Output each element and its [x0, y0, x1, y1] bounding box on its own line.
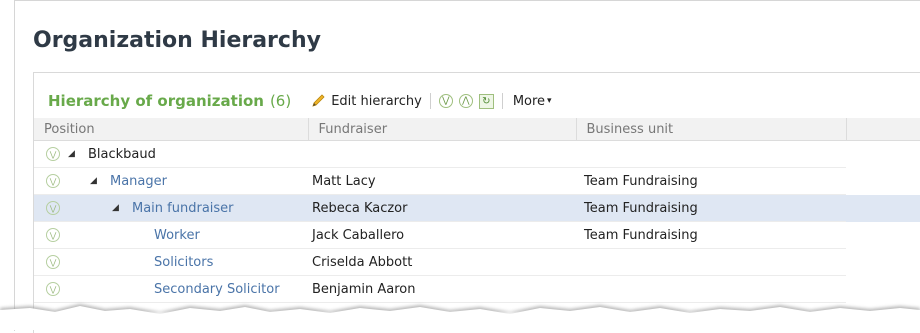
position-cell: ⋁ ◢ Blackbaud: [34, 140, 308, 168]
position-cell: ⋁ Solicitors: [34, 248, 308, 276]
business-unit-cell: [576, 140, 846, 168]
hierarchy-grid: Position Fundraiser Business unit ⋁ ◢ Blac…: [34, 118, 920, 303]
row-expand-icon[interactable]: ⋁: [46, 147, 60, 161]
position-link[interactable]: Main fundraiser: [132, 201, 234, 216]
fundraiser-cell: Criselda Abbott: [308, 248, 576, 276]
collapse-all-icon[interactable]: ⋀: [458, 94, 473, 108]
row-expand-icon[interactable]: ⋁: [46, 228, 60, 242]
table-row[interactable]: ⋁ Worker Jack Caballero Team Fundraising: [34, 221, 920, 249]
row-expand-icon[interactable]: ⋁: [46, 282, 60, 296]
filler-cell: [846, 222, 920, 249]
column-header-business-unit[interactable]: Business unit: [575, 118, 846, 141]
position-cell: ⋁ Worker: [34, 221, 308, 249]
column-header-fundraiser[interactable]: Fundraiser: [307, 118, 576, 141]
tree-collapse-icon[interactable]: ◢: [112, 203, 124, 213]
edit-hierarchy-button[interactable]: Edit hierarchy: [311, 94, 422, 109]
toolbar-divider: [501, 93, 503, 109]
table-row[interactable]: ⋁ ◢ Blackbaud: [34, 140, 920, 168]
filler-cell: [846, 249, 920, 276]
fundraiser-cell: [308, 140, 576, 168]
business-unit-cell: Team Fundraising: [576, 221, 846, 249]
fundraiser-cell: Matt Lacy: [308, 167, 576, 195]
caret-down-icon: ▾: [547, 96, 552, 106]
hierarchy-toolbar: Hierarchy of organization (6) Edit hiera…: [48, 89, 552, 113]
position-cell: ⋁ ◢ Manager: [34, 167, 308, 195]
business-unit-cell: Team Fundraising: [576, 167, 846, 195]
toolbar-divider: [429, 93, 431, 109]
tree-collapse-icon[interactable]: ◢: [68, 149, 80, 159]
record-count: (6): [269, 92, 292, 110]
row-expand-icon[interactable]: ⋁: [46, 255, 60, 269]
position-link[interactable]: Secondary Solicitor: [154, 282, 280, 297]
refresh-icon[interactable]: ↻: [478, 93, 494, 109]
expand-all-icon[interactable]: ⋁: [438, 94, 453, 108]
section-title: Hierarchy of organization: [48, 92, 264, 110]
business-unit-cell: [576, 248, 846, 276]
more-menu-button[interactable]: More ▾: [513, 94, 552, 109]
table-row[interactable]: ⋁ Solicitors Criselda Abbott: [34, 248, 920, 276]
column-header-filler: [845, 118, 920, 141]
column-header-position[interactable]: Position: [34, 118, 308, 141]
row-expand-icon[interactable]: ⋁: [46, 174, 60, 188]
filler-cell: [846, 141, 920, 168]
position-label: Blackbaud: [88, 146, 156, 162]
edit-hierarchy-label: Edit hierarchy: [331, 93, 422, 109]
position-link[interactable]: Manager: [110, 174, 167, 189]
page-title: Organization Hierarchy: [33, 28, 321, 53]
position-cell: ⋁ ◢ Main fundraiser: [34, 194, 308, 222]
filler-cell: [846, 194, 920, 222]
fundraiser-cell: Jack Caballero: [308, 221, 576, 249]
position-link[interactable]: Solicitors: [154, 255, 213, 270]
position-link[interactable]: Worker: [154, 228, 200, 243]
filler-cell: [846, 276, 920, 303]
row-expand-icon[interactable]: ⋁: [46, 201, 60, 215]
table-row[interactable]: ⋁ ◢ Main fundraiser Rebeca Kaczor Team Fundr…: [34, 194, 920, 222]
torn-edge: [0, 304, 920, 330]
tree-collapse-icon[interactable]: ◢: [90, 176, 102, 186]
pencil-icon: [312, 94, 325, 107]
fundraiser-cell: Benjamin Aaron: [308, 275, 576, 303]
table-row[interactable]: ⋁ ◢ Manager Matt Lacy Team Fundraising: [34, 167, 920, 195]
filler-cell: [846, 168, 920, 195]
fundraiser-cell: Rebeca Kaczor: [308, 194, 576, 222]
more-label: More: [512, 93, 546, 109]
table-row[interactable]: ⋁ Secondary Solicitor Benjamin Aaron: [34, 275, 920, 303]
business-unit-cell: Team Fundraising: [576, 194, 846, 222]
business-unit-cell: [576, 275, 846, 303]
position-cell: ⋁ Secondary Solicitor: [34, 275, 308, 303]
